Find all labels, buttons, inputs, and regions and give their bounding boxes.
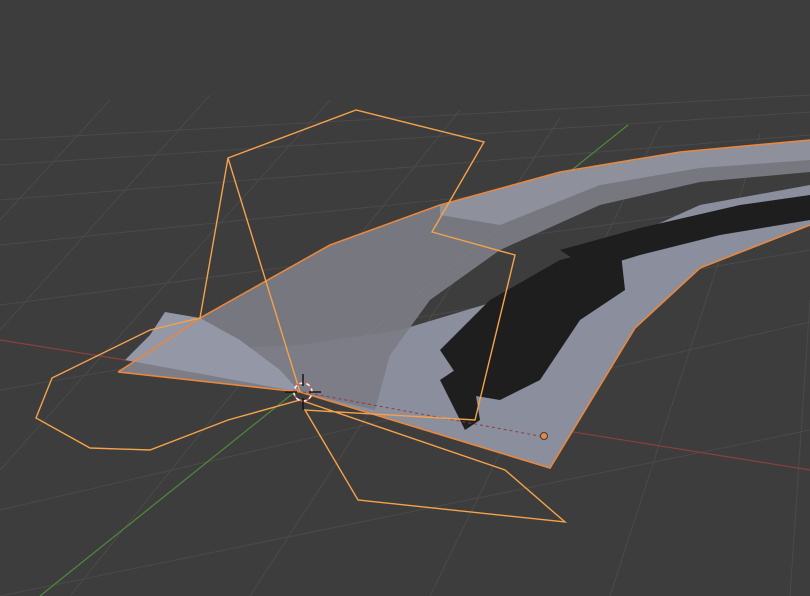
viewport-canvas[interactable]	[0, 0, 810, 596]
3d-viewport[interactable]	[0, 0, 810, 596]
object-origin-dot[interactable]	[540, 432, 548, 440]
